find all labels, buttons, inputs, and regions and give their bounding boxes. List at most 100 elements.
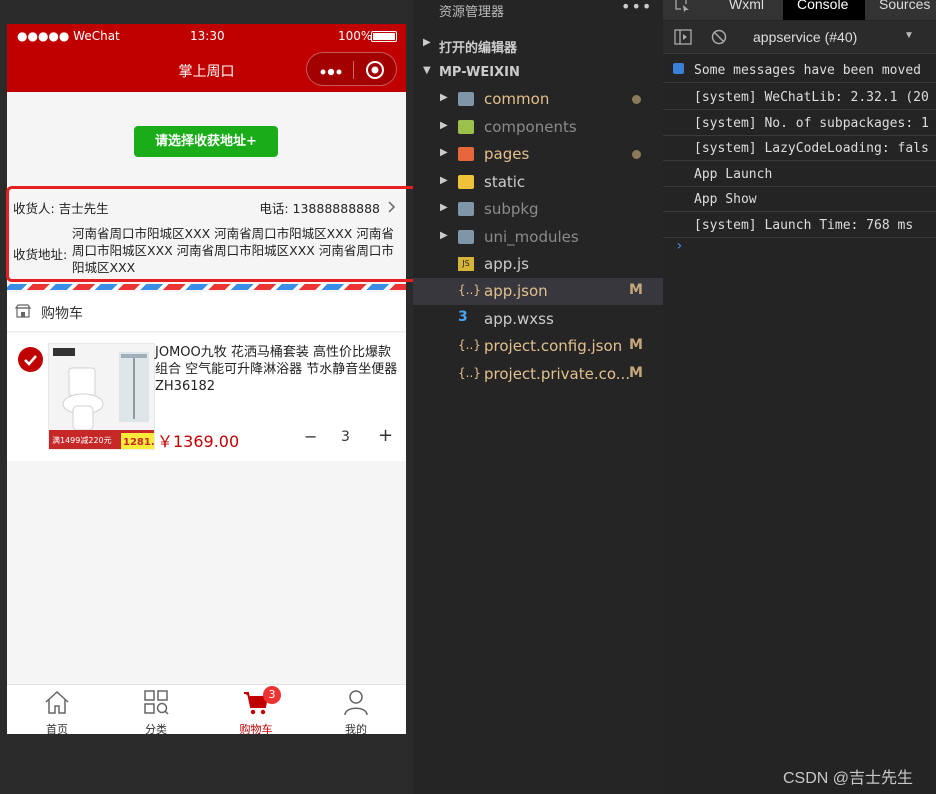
carrier-label: ●●●●● WeChat <box>17 29 120 43</box>
open-editors-section[interactable]: ▶ 打开的编辑器 <box>413 33 663 57</box>
tab-label: 我的 <box>345 723 367 734</box>
project-section[interactable]: ▼ MP-WEIXIN <box>413 61 663 85</box>
tab-label: Console <box>797 0 849 12</box>
tab-wxml[interactable]: Wxml <box>729 0 764 12</box>
console-prompt[interactable]: › <box>675 238 683 254</box>
log-line: [system] WeChatLib: 2.32.1 (20 <box>663 84 936 110</box>
phone-simulator: ●●●●● WeChat 13:30 100% 掌上周口 请选择收获地址+ 收货… <box>7 24 406 734</box>
chevron-right-icon: ▶ <box>440 92 448 103</box>
log-text: [system] LazyCodeLoading: fals <box>694 141 929 156</box>
tab-bar: 首页 分类 3 购物车 我的 <box>7 684 406 734</box>
json-file-icon: {..} <box>458 366 481 380</box>
file-row[interactable]: ▶ subpkg <box>413 196 663 223</box>
components-folder-icon <box>458 120 474 134</box>
folder-icon <box>458 230 474 244</box>
quantity-plus-button[interactable]: + <box>378 425 393 446</box>
cart-item[interactable]: 满1499减220元 1281. JOMOO九牧 花洒马桶套装 高性价比爆款组合… <box>7 333 406 461</box>
tab-cart[interactable]: 3 购物车 <box>206 685 306 734</box>
json-file-icon: {..} <box>458 338 481 352</box>
file-name: project.config.json <box>484 337 623 355</box>
status-time: 13:30 <box>190 29 225 43</box>
cart-title: 购物车 <box>41 306 83 322</box>
context-selector[interactable]: appservice (#40) <box>753 29 857 45</box>
section-label: 打开的编辑器 <box>439 41 518 56</box>
tab-sources[interactable]: Sources <box>879 0 930 12</box>
tab-category[interactable]: 分类 <box>106 685 206 734</box>
log-text: [system] WeChatLib: 2.32.1 (20 <box>694 90 929 105</box>
log-text: [system] No. of subpackages: 1 <box>694 116 929 131</box>
mini-program-capsule <box>306 52 397 86</box>
file-name: static <box>484 173 526 191</box>
console-toolbar: appservice (#40) ▼ <box>663 21 936 54</box>
chevron-right-icon: ▶ <box>440 120 448 131</box>
inspect-icon[interactable] <box>675 0 691 15</box>
quantity-value: 3 <box>341 429 350 445</box>
file-row[interactable]: ▶ uni_modules <box>413 224 663 251</box>
file-name: common <box>484 90 550 108</box>
js-file-icon: JS <box>458 257 474 271</box>
modified-dot-icon <box>632 95 641 104</box>
tab-label: 首页 <box>46 723 68 734</box>
file-name: uni_modules <box>484 228 579 246</box>
css-file-icon: 3 <box>458 309 468 325</box>
chevron-right-icon: ▶ <box>440 175 448 186</box>
file-row[interactable]: {..} project.config.json M <box>413 333 663 360</box>
chevron-right-icon: ▶ <box>440 147 448 158</box>
shop-icon <box>14 303 32 323</box>
cart-badge: 3 <box>263 686 281 704</box>
close-mini-program-icon[interactable] <box>365 60 385 80</box>
file-name: subpkg <box>484 200 539 218</box>
devtools-panel: Wxml Console Sources appservice (#40) ▼ … <box>663 0 936 794</box>
file-name: app.wxss <box>484 310 554 328</box>
devtools-tabs: Wxml Console Sources <box>663 0 936 20</box>
nav-bar: 掌上周口 <box>7 48 406 92</box>
file-name: project.private.co... <box>484 365 631 383</box>
chevron-down-icon[interactable]: ▼ <box>904 30 914 41</box>
checked-radio-icon[interactable] <box>18 347 43 372</box>
product-image-price: 1281. <box>123 437 155 448</box>
quantity-minus-button[interactable]: − <box>304 427 317 446</box>
product-image-promo: 满1499减220元 <box>52 435 112 445</box>
file-row[interactable]: JS app.js <box>413 251 663 278</box>
log-line: [system] No. of subpackages: 1 <box>663 110 936 136</box>
file-name: app.js <box>484 255 529 273</box>
more-icon[interactable] <box>319 63 343 76</box>
clear-console-icon[interactable] <box>711 29 727 48</box>
info-message-icon <box>673 63 684 74</box>
sidebar-toggle-icon[interactable] <box>674 29 692 48</box>
static-folder-icon <box>458 175 474 189</box>
more-actions-icon[interactable]: ••• <box>621 0 652 16</box>
file-row[interactable]: {..} project.private.co... M <box>413 361 663 388</box>
file-row[interactable]: ▶ common <box>413 86 663 113</box>
product-price: ￥1369.00 <box>157 432 240 451</box>
log-line: [system] Launch Time: 768 ms <box>663 212 936 238</box>
file-row[interactable]: ▶ pages <box>413 141 663 168</box>
file-explorer: 资源管理器 ••• ▶ 打开的编辑器 ▼ MP-WEIXIN ▶ common … <box>413 0 663 794</box>
section-label: MP-WEIXIN <box>439 65 520 80</box>
file-name: components <box>484 118 577 136</box>
category-icon <box>144 690 169 715</box>
modified-badge: M <box>629 337 643 353</box>
product-image[interactable]: 满1499减220元 1281. <box>48 343 155 450</box>
battery-icon <box>371 31 397 42</box>
choose-address-button[interactable]: 请选择收获地址+ <box>134 126 278 157</box>
log-line: App Show <box>663 186 936 212</box>
folder-icon <box>458 92 474 106</box>
file-row[interactable]: ▶ components <box>413 114 663 141</box>
json-file-icon: {..} <box>458 283 481 297</box>
watermark: CSDN @吉士先生 <box>783 770 914 787</box>
log-line: Some messages have been moved <box>663 57 936 83</box>
log-line: [system] LazyCodeLoading: fals <box>663 135 936 161</box>
tab-console[interactable]: Console <box>783 0 865 20</box>
log-text: [system] Launch Time: 768 ms <box>694 218 914 233</box>
cart-header: 购物车 <box>7 292 406 332</box>
tab-home[interactable]: 首页 <box>7 685 107 734</box>
file-row-selected[interactable]: {..} app.json M <box>413 278 663 305</box>
file-row[interactable]: 3 app.wxss <box>413 306 663 333</box>
battery-label: 100% <box>338 29 373 43</box>
file-row[interactable]: ▶ static <box>413 169 663 196</box>
log-line: App Launch <box>663 161 936 187</box>
pages-folder-icon <box>458 147 474 161</box>
product-name[interactable]: JOMOO九牧 花洒马桶套装 高性价比爆款组合 空气能可升降淋浴器 节水静音坐便… <box>155 344 401 395</box>
tab-mine[interactable]: 我的 <box>306 685 406 734</box>
